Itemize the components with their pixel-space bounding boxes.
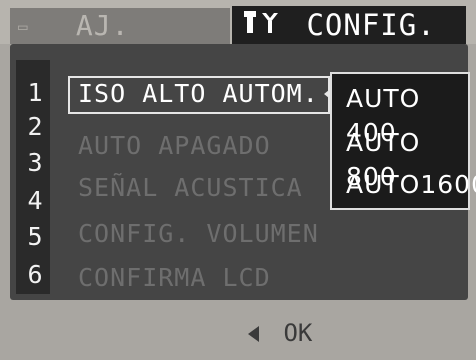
tab-bar: ▭ AJ. FILM. CONFIG.	[0, 0, 476, 78]
camera-film-icon: ▭	[18, 17, 29, 36]
tools-icon	[244, 6, 278, 44]
ok-prompt[interactable]: OK	[248, 318, 312, 348]
option-auto-1600[interactable]: AUTO1600	[346, 168, 476, 202]
tab-config-label: CONFIG.	[306, 8, 436, 42]
page-number-3: 3	[27, 148, 43, 177]
bottom-bar	[0, 300, 476, 360]
page-number-6: 6	[27, 260, 43, 289]
tab-config[interactable]: CONFIG.	[232, 6, 466, 44]
iso-options-dropdown: AUTO 400 AUTO 800 AUTO1600	[330, 72, 476, 210]
menu-item-config-volumen[interactable]: CONFIG. VOLUMEN	[78, 218, 319, 250]
ok-label: OK	[283, 319, 313, 347]
page-number-2: 2	[27, 112, 43, 141]
menu-item-senal-acustica[interactable]: SEÑAL ACUSTICA	[78, 172, 303, 204]
left-arrow-icon	[248, 326, 259, 342]
menu-item-confirma-lcd[interactable]: CONFIRMA LCD	[78, 262, 271, 294]
camera-menu-screen: ▭ AJ. FILM. CONFIG. 1 2 3 4 5 6 ISO ALTO…	[0, 0, 476, 360]
menu-item-iso-alto-autom[interactable]: ISO ALTO AUTOM.	[78, 78, 319, 110]
page-number-4: 4	[27, 186, 43, 215]
option-auto-800[interactable]: AUTO 800	[346, 126, 468, 191]
tab-aj-film[interactable]: ▭ AJ. FILM.	[10, 8, 230, 78]
page-number-5: 5	[27, 222, 43, 251]
option-auto-400[interactable]: AUTO 400	[346, 82, 468, 147]
menu-item-auto-apagado[interactable]: AUTO APAGADO	[78, 130, 271, 162]
page-number-1: 1	[27, 78, 43, 107]
